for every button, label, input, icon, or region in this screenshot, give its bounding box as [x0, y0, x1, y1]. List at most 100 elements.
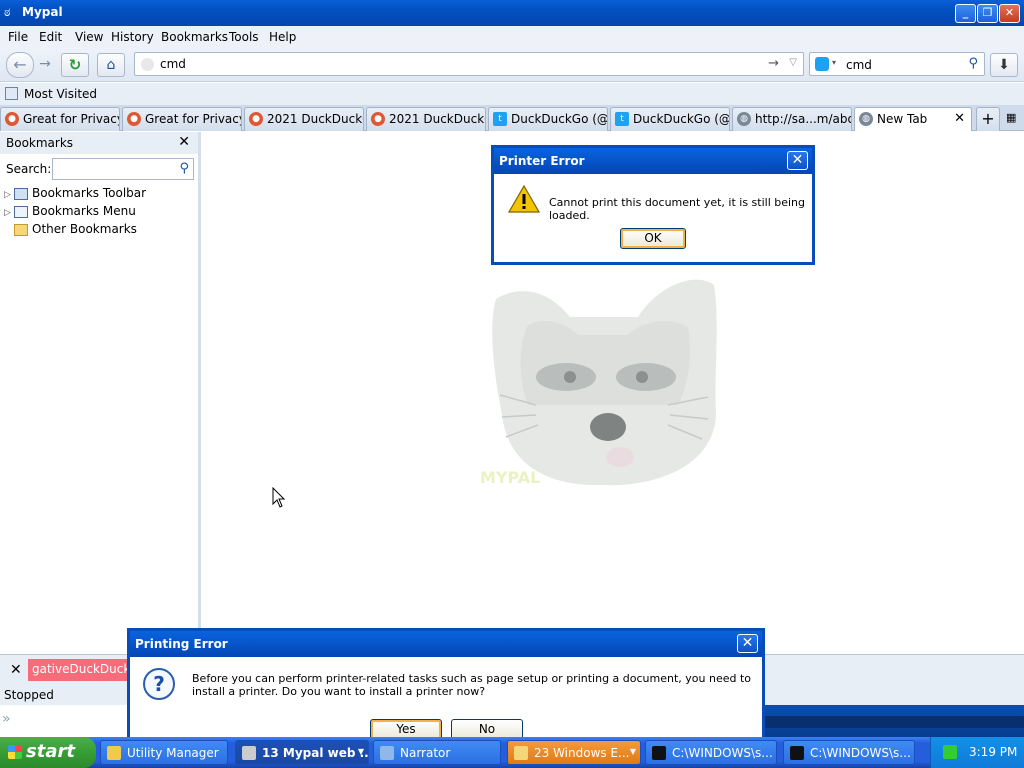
dialog-titlebar: Printer Error ✕: [494, 148, 812, 174]
duckduckgo-icon: ●: [5, 112, 19, 126]
url-bar[interactable]: cmd → ▽: [134, 52, 804, 76]
taskbar-mypal[interactable]: 13 Mypal web ... ▼: [235, 740, 369, 765]
mypal-logo: [492, 279, 717, 486]
menu-bar: File Edit View History Bookmarks Tools H…: [0, 26, 1024, 48]
forward-button[interactable]: →: [34, 53, 56, 77]
bookmarks-sidebar: Bookmarks ✕ Search: ⚲ ▷ Bookmarks Toolbar…: [0, 132, 201, 654]
tab-3[interactable]: ●2021 DuckDuckG...: [244, 107, 364, 131]
duckduckgo-icon: ●: [127, 112, 141, 126]
minimize-button[interactable]: _: [955, 4, 976, 23]
reload-icon[interactable]: ↻: [61, 53, 89, 77]
url-dropdown-icon[interactable]: ▽: [789, 57, 797, 68]
cmd-icon: [652, 746, 666, 760]
search-icon: ⚲: [179, 161, 189, 176]
sidebar-search-input[interactable]: ⚲: [52, 158, 194, 180]
cmd-icon: [790, 746, 804, 760]
menu-folder-icon: [14, 205, 28, 218]
search-bar[interactable]: ▾ cmd ⚲: [809, 52, 985, 76]
svg-text:?: ?: [153, 672, 165, 696]
menu-history[interactable]: History: [111, 30, 154, 44]
windows-flag-icon: [8, 745, 22, 759]
security-shield-icon[interactable]: [943, 745, 957, 759]
status-text: Stopped: [4, 688, 54, 702]
home-icon[interactable]: ⌂: [97, 53, 125, 77]
chevron-right-icon[interactable]: »: [2, 711, 11, 727]
toolbar-folder-icon: [14, 187, 28, 200]
url-input[interactable]: cmd: [160, 57, 186, 71]
taskbar-cmd-1[interactable]: C:\WINDOWS\s...: [645, 740, 777, 765]
tab-6[interactable]: tDuckDuckGo (@...: [610, 107, 730, 131]
download-icon[interactable]: ⬇: [990, 53, 1018, 77]
sidebar-item-bookmarks-toolbar[interactable]: ▷ Bookmarks Toolbar: [4, 186, 146, 200]
tab-5[interactable]: tDuckDuckGo (@...: [488, 107, 608, 131]
dialog-message: Cannot print this document yet, it is st…: [549, 196, 806, 222]
globe-icon: ◍: [859, 112, 873, 126]
title-bar: ಠ Mypal _ ❐ ✕: [0, 0, 1024, 26]
expand-icon[interactable]: ▷: [4, 190, 14, 200]
mouse-cursor-icon: [272, 487, 286, 508]
dialog-close-button[interactable]: ✕: [737, 634, 758, 653]
sidebar-header: Bookmarks ✕: [0, 132, 198, 154]
narrator-icon: [380, 746, 394, 760]
sidebar-search-label: Search:: [6, 162, 52, 176]
menu-help[interactable]: Help: [269, 30, 296, 44]
warning-icon: [508, 184, 540, 213]
most-visited-link[interactable]: Most Visited: [24, 87, 97, 101]
close-window-button[interactable]: ✕: [999, 4, 1020, 23]
menu-bookmarks[interactable]: Bookmarks: [161, 30, 228, 44]
tab-7[interactable]: ◍http://sa...m/about/: [732, 107, 852, 131]
new-tab-button[interactable]: +: [976, 107, 1000, 131]
search-engine-dropdown-icon[interactable]: ▾: [832, 58, 836, 67]
globe-icon: ◍: [737, 112, 751, 126]
menu-edit[interactable]: Edit: [39, 30, 62, 44]
clock[interactable]: 3:19 PM: [969, 745, 1017, 759]
sidebar-item-bookmarks-menu[interactable]: ▷ Bookmarks Menu: [4, 204, 136, 218]
site-identity-icon[interactable]: [141, 58, 154, 71]
menu-tools[interactable]: Tools: [229, 30, 259, 44]
tab-4[interactable]: ●2021 DuckDuckG...: [366, 107, 486, 131]
close-find-bar-icon[interactable]: ✕: [10, 662, 22, 678]
sidebar-title: Bookmarks: [6, 136, 74, 150]
twitter-icon[interactable]: [815, 57, 829, 71]
taskbar-cmd-2[interactable]: C:\WINDOWS\s...: [783, 740, 915, 765]
group-dropdown-icon[interactable]: ▼: [630, 747, 636, 756]
search-icon[interactable]: ⚲: [968, 56, 978, 71]
dialog-title: Printer Error: [499, 154, 585, 168]
dialog-titlebar: Printing Error ✕: [130, 631, 762, 657]
close-tab-icon[interactable]: ✕: [954, 111, 965, 126]
taskbar-windows-explorer[interactable]: 23 Windows E... ▼: [507, 740, 641, 765]
tab-list-icon[interactable]: ▦: [1006, 111, 1016, 124]
tab-1[interactable]: ●Great for Privacy, ...: [0, 107, 120, 131]
mypal-app-icon: ಠ: [4, 5, 11, 19]
dialog-close-button[interactable]: ✕: [787, 151, 808, 170]
printing-error-dialog: Printing Error ✕ ? Before you can perfor…: [127, 628, 765, 740]
window-title: Mypal: [22, 5, 63, 19]
system-tray: 3:19 PM: [930, 737, 1024, 768]
tab-2[interactable]: ●Great for Privacy, ...: [122, 107, 242, 131]
taskbar-narrator[interactable]: Narrator: [373, 740, 501, 765]
folder-icon: [14, 223, 28, 236]
ok-button[interactable]: OK: [620, 228, 686, 249]
dialog-message: Before you can perform printer-related t…: [192, 672, 752, 698]
tab-new-tab[interactable]: ◍ New Tab ✕: [854, 107, 972, 131]
menu-file[interactable]: File: [8, 30, 28, 44]
bookmarks-toolbar: Most Visited: [0, 83, 1024, 105]
group-dropdown-icon[interactable]: ▼: [358, 747, 364, 756]
duckduckgo-icon: ●: [249, 112, 263, 126]
go-arrow-icon[interactable]: →: [768, 56, 779, 71]
search-input[interactable]: cmd: [846, 58, 872, 72]
question-icon: ?: [143, 668, 175, 700]
back-button[interactable]: ←: [6, 52, 34, 78]
printer-error-dialog: Printer Error ✕ Cannot print this docume…: [491, 145, 815, 265]
start-button[interactable]: start: [0, 737, 96, 768]
menu-view[interactable]: View: [75, 30, 103, 44]
close-sidebar-icon[interactable]: ✕: [178, 134, 190, 150]
expand-icon[interactable]: ▷: [4, 208, 14, 218]
sidebar-item-other-bookmarks[interactable]: Other Bookmarks: [4, 222, 137, 236]
tab-strip: ●Great for Privacy, ... ●Great for Priva…: [0, 105, 1024, 131]
utility-manager-icon: [107, 746, 121, 760]
taskbar-utility-manager[interactable]: Utility Manager: [100, 740, 228, 765]
restore-button[interactable]: ❐: [977, 4, 998, 23]
window-background-strip-dark: [765, 716, 1024, 728]
twitter-icon: t: [615, 112, 629, 126]
